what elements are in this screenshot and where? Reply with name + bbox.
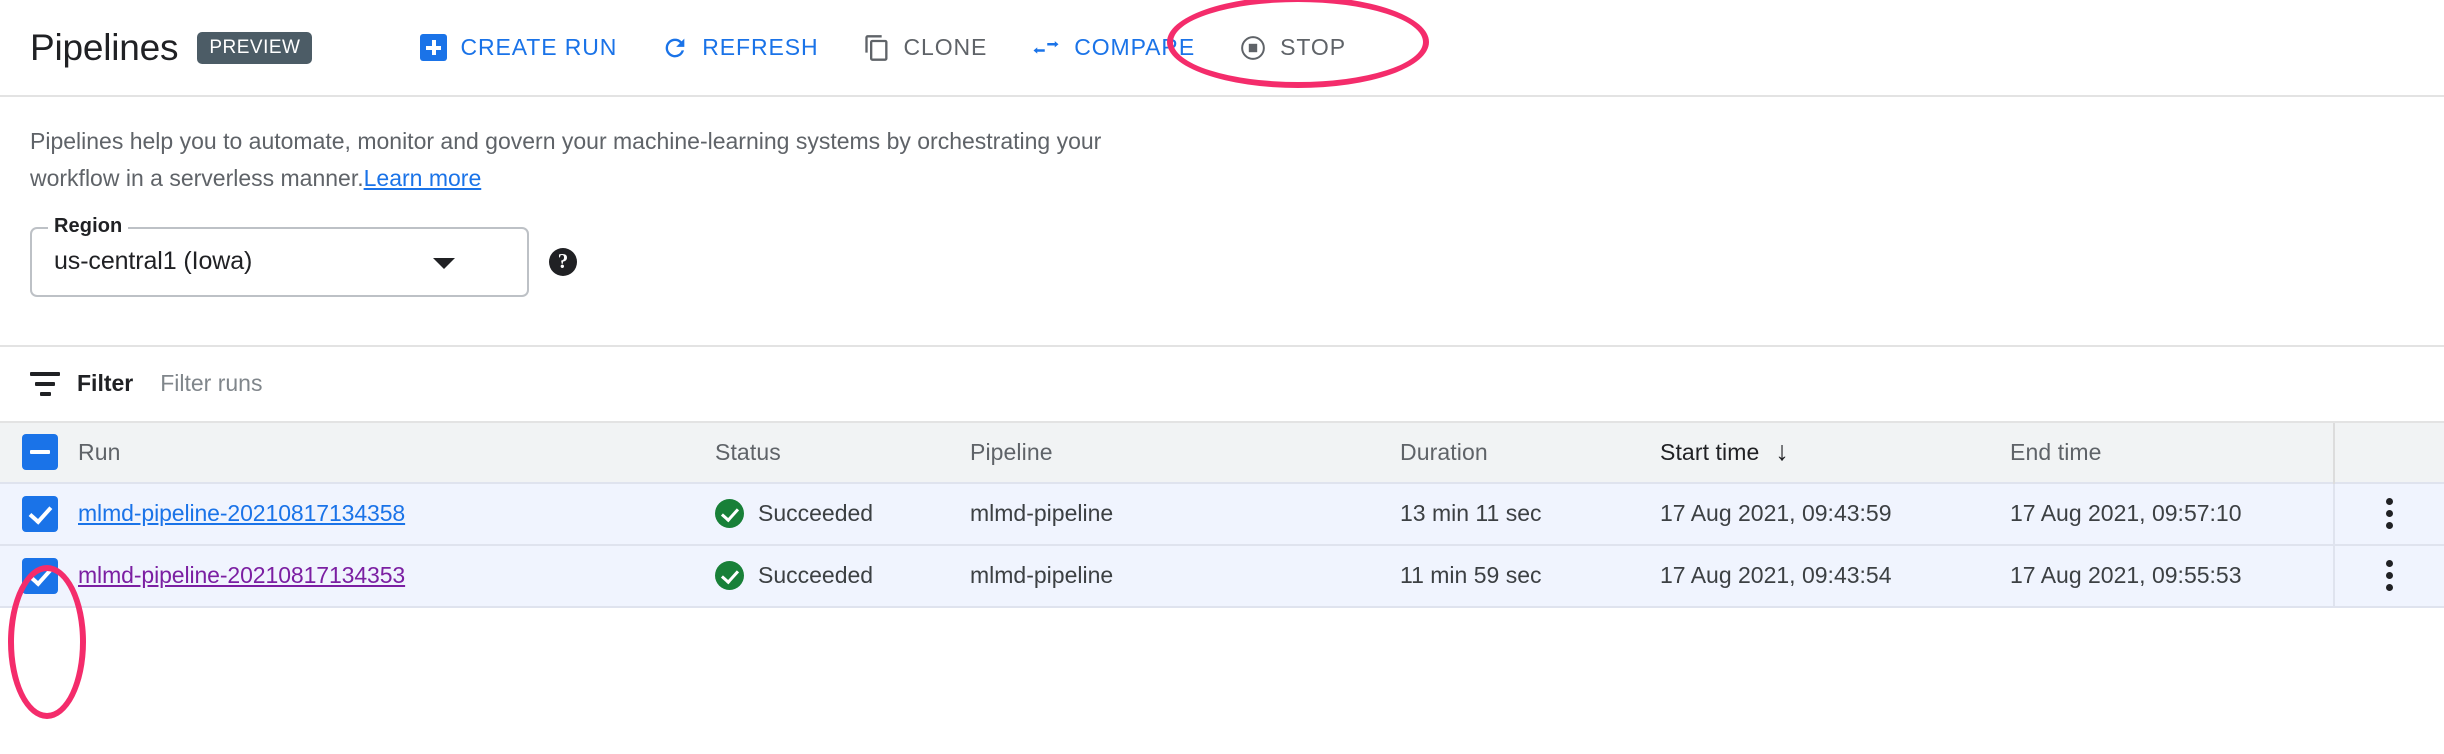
create-run-button[interactable]: CREATE RUN (398, 24, 639, 71)
learn-more-link[interactable]: Learn more (364, 165, 482, 191)
filter-label: Filter (77, 370, 133, 397)
region-label: Region (48, 216, 128, 236)
column-header-run-label: Run (78, 439, 121, 465)
region-selector-group: Region us-central1 (Iowa) ? (30, 227, 2444, 297)
row-checkbox[interactable] (22, 558, 58, 594)
column-header-pipeline-label: Pipeline (970, 439, 1053, 465)
cell-run: mlmd-pipeline-20210817134358 (78, 483, 715, 545)
column-header-end-time-label: End time (2010, 439, 2102, 465)
table-header: Run Status Pipeline Duration Start time … (0, 423, 2444, 483)
run-link[interactable]: mlmd-pipeline-20210817134358 (78, 500, 405, 526)
status-label: Succeeded (758, 500, 873, 527)
clone-label: CLONE (904, 36, 988, 59)
row-select-cell (0, 545, 78, 607)
filter-bar: Filter (0, 347, 2444, 423)
check-circle-icon (715, 499, 744, 528)
filter-icon[interactable] (30, 372, 60, 396)
check-circle-icon (715, 561, 744, 590)
cell-duration: 13 min 11 sec (1400, 483, 1660, 545)
refresh-label: REFRESH (702, 36, 818, 59)
column-header-status[interactable]: Status (715, 423, 970, 483)
cell-actions (2334, 483, 2444, 545)
description-text: Pipelines help you to automate, monitor … (30, 128, 1101, 191)
cell-status: Succeeded (715, 545, 970, 607)
status-label: Succeeded (758, 562, 873, 589)
clone-button[interactable]: CLONE (841, 24, 1010, 72)
kebab-menu-icon[interactable] (2335, 498, 2444, 529)
region-select[interactable]: Region us-central1 (Iowa) (30, 227, 529, 297)
column-header-status-label: Status (715, 439, 781, 465)
column-header-run[interactable]: Run (78, 423, 715, 483)
region-value: us-central1 (Iowa) (54, 247, 252, 276)
table-row[interactable]: mlmd-pipeline-20210817134358 Succeeded m… (0, 483, 2444, 545)
help-icon[interactable]: ? (549, 248, 577, 276)
compare-label: COMPARE (1074, 36, 1195, 59)
cell-actions (2334, 545, 2444, 607)
cell-start-time: 17 Aug 2021, 09:43:54 (1660, 545, 2010, 607)
refresh-icon (661, 34, 689, 62)
cell-pipeline: mlmd-pipeline (970, 483, 1400, 545)
plus-icon (420, 34, 447, 61)
runs-table: Run Status Pipeline Duration Start time … (0, 423, 2444, 608)
select-all-cell (0, 423, 78, 483)
run-link[interactable]: mlmd-pipeline-20210817134353 (78, 562, 405, 588)
table-row[interactable]: mlmd-pipeline-20210817134353 Succeeded m… (0, 545, 2444, 607)
sort-descending-arrow-icon: ↓ (1775, 441, 1789, 463)
stop-label: STOP (1280, 36, 1346, 59)
row-checkbox[interactable] (22, 496, 58, 532)
column-header-start-time-label: Start time (1660, 439, 1759, 466)
column-header-actions (2334, 423, 2444, 483)
refresh-button[interactable]: REFRESH (639, 24, 840, 72)
create-run-label: CREATE RUN (460, 36, 617, 59)
stop-icon (1239, 34, 1267, 62)
cell-end-time: 17 Aug 2021, 09:55:53 (2010, 545, 2334, 607)
filter-input[interactable] (160, 370, 860, 397)
select-all-checkbox[interactable] (22, 434, 58, 470)
cell-pipeline: mlmd-pipeline (970, 545, 1400, 607)
compare-button[interactable]: COMPARE (1009, 23, 1217, 73)
column-header-pipeline[interactable]: Pipeline (970, 423, 1400, 483)
column-header-start-time[interactable]: Start time ↓ (1660, 423, 2010, 483)
stop-button[interactable]: STOP (1217, 24, 1368, 72)
kebab-menu-icon[interactable] (2335, 560, 2444, 591)
cell-duration: 11 min 59 sec (1400, 545, 1660, 607)
table-body: mlmd-pipeline-20210817134358 Succeeded m… (0, 483, 2444, 607)
table-header-row: Run Status Pipeline Duration Start time … (0, 423, 2444, 483)
cell-end-time: 17 Aug 2021, 09:57:10 (2010, 483, 2334, 545)
compare-arrows-icon (1031, 33, 1061, 63)
page-description: Pipelines help you to automate, monitor … (0, 97, 1160, 198)
column-header-duration[interactable]: Duration (1400, 423, 1660, 483)
row-select-cell (0, 483, 78, 545)
column-header-duration-label: Duration (1400, 439, 1488, 465)
preview-badge: PREVIEW (197, 32, 312, 64)
cell-start-time: 17 Aug 2021, 09:43:59 (1660, 483, 2010, 545)
column-header-end-time[interactable]: End time (2010, 423, 2334, 483)
chevron-down-icon (433, 258, 455, 269)
toolbar: CREATE RUN REFRESH CLONE (398, 23, 1367, 73)
cell-run: mlmd-pipeline-20210817134353 (78, 545, 715, 607)
cell-status: Succeeded (715, 483, 970, 545)
page-title: Pipelines (30, 27, 178, 69)
page-header: Pipelines PREVIEW CREATE RUN REFRESH CLO… (0, 0, 2444, 97)
clone-icon (863, 34, 891, 62)
